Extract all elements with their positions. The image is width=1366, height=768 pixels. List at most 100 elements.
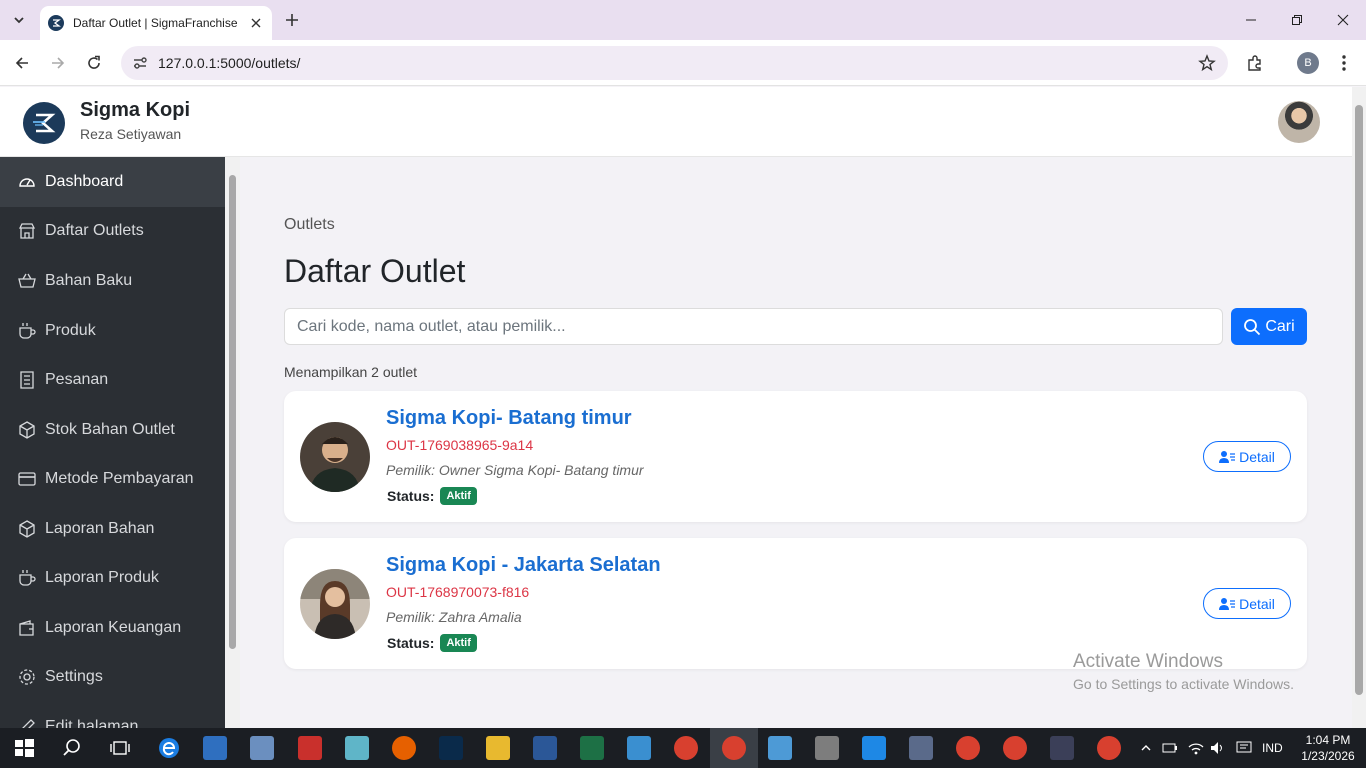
sidebar-item-label: Laporan Bahan	[45, 520, 155, 537]
sidebar-scrollbar[interactable]	[225, 157, 240, 728]
outlet-card: Sigma Kopi - Jakarta Selatan OUT-1768970…	[284, 538, 1307, 669]
more-vert-icon[interactable]	[1336, 51, 1352, 75]
wifi-icon[interactable]	[1188, 728, 1204, 768]
outlet-avatar	[300, 569, 370, 639]
chrome-icon[interactable]	[1003, 736, 1027, 760]
app-icon[interactable]	[815, 736, 839, 760]
speedometer-icon	[18, 173, 36, 191]
chrome-icon[interactable]	[674, 736, 698, 760]
windows-start-icon[interactable]	[12, 736, 36, 760]
search-icon[interactable]	[60, 736, 84, 760]
outlet-name[interactable]: Sigma Kopi - Jakarta Selatan	[386, 554, 661, 577]
clock-date: 1/23/2026	[1301, 749, 1355, 763]
tab-close-icon[interactable]	[248, 15, 264, 31]
chrome-icon[interactable]	[722, 736, 746, 760]
sidebar-item-label: Dashboard	[45, 173, 124, 190]
restore-icon[interactable]	[1274, 0, 1320, 40]
outlet-status: Status: Aktif	[387, 634, 477, 652]
sidebar-item-stok-bahan-outlet[interactable]: Stok Bahan Outlet	[0, 405, 225, 455]
sigma-favicon-icon	[48, 15, 64, 31]
breadcrumb: Outlets	[284, 216, 335, 233]
search-input[interactable]	[284, 308, 1223, 345]
new-tab-plus-icon[interactable]	[282, 10, 302, 30]
sidebar-item-pesanan[interactable]: Pesanan	[0, 355, 225, 405]
tab-search-button[interactable]	[6, 7, 32, 33]
sidebar-item-label: Pesanan	[45, 371, 109, 388]
page-scrollbar[interactable]	[1352, 87, 1366, 728]
sidebar-item-label: Metode Pembayaran	[45, 470, 194, 487]
taskbar-clock[interactable]: 1:04 PM 1/23/2026	[1296, 732, 1360, 764]
app-icon[interactable]	[345, 736, 369, 760]
profile-avatar[interactable]: B	[1297, 52, 1319, 74]
detail-button-label: Detail	[1239, 448, 1275, 465]
sidebar-item-laporan-bahan[interactable]: Laporan Bahan	[0, 504, 225, 554]
result-count: Menampilkan 2 outlet	[284, 364, 418, 380]
sidebar-item-edit-halaman[interactable]: Edit halaman	[0, 702, 225, 728]
main-content: Outlets Daftar Outlet Cari Menampilkan 2…	[240, 157, 1352, 728]
site-info-icon[interactable]	[131, 54, 149, 72]
reload-icon[interactable]	[82, 51, 106, 75]
watermark-line1: Activate Windows	[1073, 651, 1223, 672]
app-icon[interactable]	[250, 736, 274, 760]
sidebar-item-laporan-keuangan[interactable]: Laporan Keuangan	[0, 603, 225, 653]
sidebar-item-label: Stok Bahan Outlet	[45, 421, 175, 438]
sidebar-item-dashboard[interactable]: Dashboard	[0, 157, 225, 207]
back-arrow-icon[interactable]	[10, 51, 34, 75]
outlet-status: Status: Aktif	[387, 487, 477, 505]
vscode-icon[interactable]	[862, 736, 886, 760]
forward-arrow-icon[interactable]	[46, 51, 70, 75]
app-icon[interactable]	[909, 736, 933, 760]
chrome-icon[interactable]	[956, 736, 980, 760]
outlet-owner: Pemilik: Owner Sigma Kopi- Batang timur	[386, 462, 644, 478]
battery-icon[interactable]	[1162, 728, 1178, 768]
activate-windows-watermark: Activate Windows Go to Settings to activ…	[1073, 651, 1294, 692]
sidebar-item-metode-pembayaran[interactable]: Metode Pembayaran	[0, 454, 225, 504]
app-icon[interactable]	[627, 736, 651, 760]
user-avatar[interactable]	[1278, 101, 1320, 143]
close-window-icon[interactable]	[1320, 0, 1366, 40]
browser-toolbar: 127.0.0.1:5000/outlets/ B	[0, 40, 1366, 86]
chrome-icon[interactable]	[1097, 736, 1121, 760]
search-button-label: Cari	[1265, 317, 1295, 335]
excel-icon[interactable]	[580, 736, 604, 760]
sidebar-item-label: Produk	[45, 322, 96, 339]
app-icon[interactable]	[298, 736, 322, 760]
photoshop-icon[interactable]	[439, 736, 463, 760]
detail-button[interactable]: Detail	[1203, 588, 1291, 619]
task-view-icon[interactable]	[108, 736, 132, 760]
app-icon[interactable]	[768, 736, 792, 760]
outlet-owner: Pemilik: Zahra Amalia	[386, 609, 522, 625]
shop-icon	[18, 222, 36, 240]
sidebar-item-produk[interactable]: Produk	[0, 306, 225, 356]
sidebar-item-laporan-produk[interactable]: Laporan Produk	[0, 553, 225, 603]
url-text[interactable]: 127.0.0.1:5000/outlets/	[158, 55, 300, 71]
address-bar[interactable]: 127.0.0.1:5000/outlets/	[121, 46, 1228, 80]
bookmark-star-icon[interactable]	[1198, 54, 1216, 72]
language-indicator[interactable]: IND	[1262, 728, 1283, 768]
file-explorer-icon[interactable]	[486, 736, 510, 760]
search-button[interactable]: Cari	[1231, 308, 1307, 345]
firefox-icon[interactable]	[392, 736, 416, 760]
detail-button[interactable]: Detail	[1203, 441, 1291, 472]
status-badge: Aktif	[440, 634, 477, 652]
edge-icon[interactable]	[157, 736, 181, 760]
user-name: Reza Setiyawan	[80, 126, 182, 142]
extensions-puzzle-icon[interactable]	[1243, 51, 1267, 75]
page-scrollbar-thumb[interactable]	[1355, 105, 1363, 695]
outlet-code: OUT-1769038965-9a14	[386, 437, 534, 453]
pencil-icon	[18, 718, 36, 728]
sidebar-item-bahan-baku[interactable]: Bahan Baku	[0, 256, 225, 306]
sidebar-item-outlets[interactable]: Daftar Outlets	[0, 206, 225, 256]
sidebar-item-settings[interactable]: Settings	[0, 652, 225, 702]
browser-tab[interactable]: Daftar Outlet | SigmaFranchise	[40, 6, 272, 40]
store-icon[interactable]	[203, 736, 227, 760]
notification-icon[interactable]	[1236, 728, 1252, 768]
minimize-icon[interactable]	[1228, 0, 1274, 40]
outlet-name[interactable]: Sigma Kopi- Batang timur	[386, 407, 632, 430]
tray-chevron-up-icon[interactable]	[1140, 728, 1152, 768]
sidebar-scrollbar-thumb[interactable]	[229, 175, 236, 649]
mysql-icon[interactable]	[1050, 736, 1074, 760]
word-icon[interactable]	[533, 736, 557, 760]
credit-card-icon	[18, 470, 36, 488]
volume-icon[interactable]	[1210, 728, 1226, 768]
